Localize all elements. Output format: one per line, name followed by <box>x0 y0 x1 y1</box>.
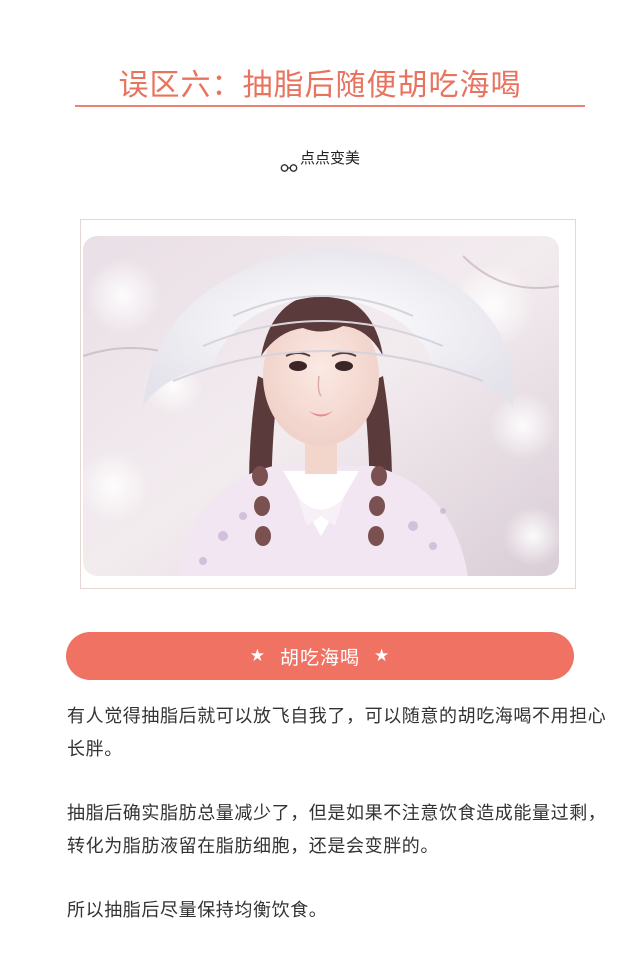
paragraph-3: 所以抽脂后尽量保持均衡饮食。 <box>67 900 328 921</box>
paragraph-2: 抽脂后确实脂肪总量减少了，但是如果不注意饮食造成能量过剩，转化为脂肪液留在脂肪细… <box>67 803 607 857</box>
heading-divider <box>75 105 585 107</box>
section-title-pill: ★ 胡吃海喝 ★ <box>66 632 574 680</box>
author-name: 点点变美 <box>299 149 360 167</box>
photo-frame <box>80 219 576 589</box>
paragraph-1: 有人觉得抽脂后就可以放飞自我了，可以随意的胡吃海喝不用担心长胖。 <box>67 706 607 760</box>
author-line: 点点变美 <box>0 144 640 172</box>
section-title: 胡吃海喝 <box>279 646 360 669</box>
girl-in-white-hat-photo <box>83 236 559 576</box>
star-icon-left: ★ <box>249 646 266 666</box>
article-heading: 误区六：抽脂后随便胡吃海喝 <box>118 68 522 103</box>
glasses-icon <box>280 153 298 172</box>
star-icon-right: ★ <box>374 646 391 666</box>
